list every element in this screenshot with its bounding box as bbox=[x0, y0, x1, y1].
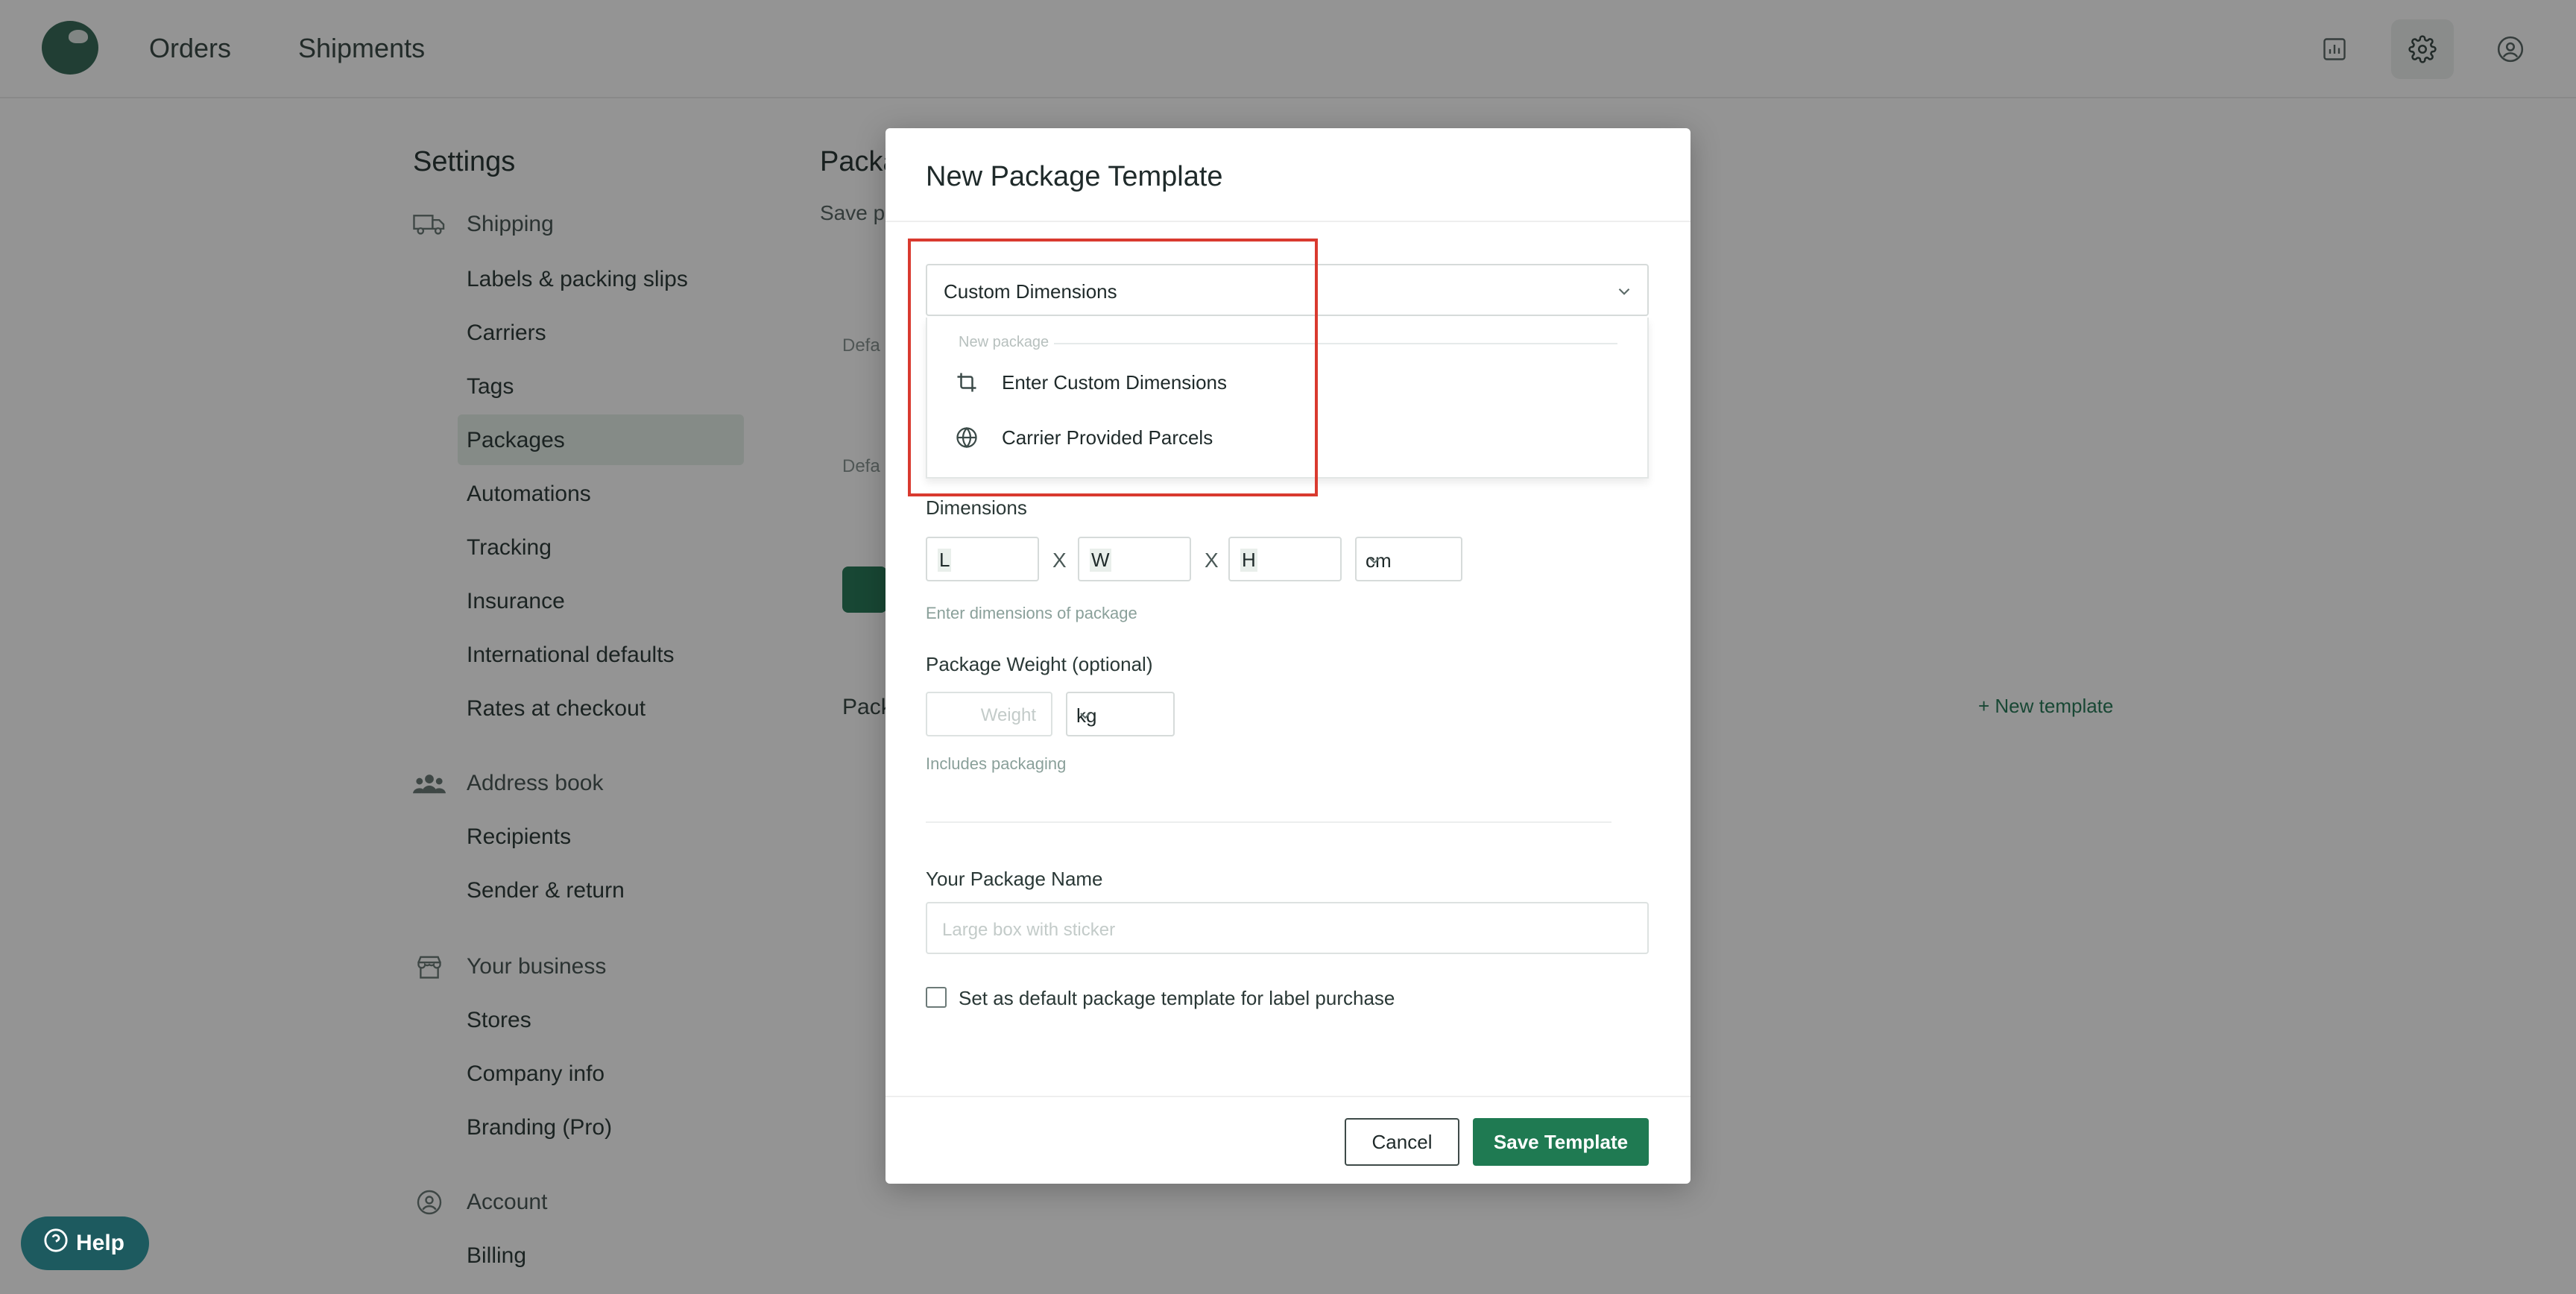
modal-title: New Package Template bbox=[926, 161, 1223, 192]
form-divider bbox=[926, 821, 1611, 823]
default-template-label[interactable]: Set as default package template for labe… bbox=[959, 987, 1395, 1010]
cancel-button[interactable]: Cancel bbox=[1345, 1118, 1459, 1166]
default-template-checkbox[interactable] bbox=[926, 987, 947, 1008]
length-placeholder: L bbox=[938, 549, 952, 572]
chevron-down-icon bbox=[1366, 552, 1383, 569]
dimensions-hint: Enter dimensions of package bbox=[926, 604, 1137, 622]
package-name-input[interactable]: Large box with sticker bbox=[926, 902, 1649, 954]
weight-placeholder: Weight bbox=[980, 705, 1036, 725]
dimensions-label: Dimensions bbox=[926, 496, 1027, 519]
weight-label: Package Weight (optional) bbox=[926, 653, 1153, 675]
new-package-template-modal: New Package Template Custom Dimensions N… bbox=[886, 128, 1690, 1184]
dimension-separator: X bbox=[1205, 549, 1219, 572]
width-input[interactable]: W bbox=[1078, 537, 1191, 581]
annotation-highlight-box bbox=[908, 239, 1318, 496]
package-name-placeholder: Large box with sticker bbox=[942, 920, 1116, 940]
help-icon bbox=[43, 1228, 69, 1259]
chevron-down-icon bbox=[1076, 707, 1094, 725]
help-label: Help bbox=[76, 1231, 125, 1255]
modal-header-divider bbox=[886, 221, 1690, 222]
help-button[interactable]: Help bbox=[21, 1216, 149, 1270]
width-placeholder: W bbox=[1090, 549, 1111, 572]
package-name-label: Your Package Name bbox=[926, 868, 1103, 890]
dimension-separator: X bbox=[1052, 549, 1067, 572]
height-input[interactable]: H bbox=[1228, 537, 1342, 581]
height-placeholder: H bbox=[1240, 549, 1257, 572]
dimension-unit-select[interactable]: cm bbox=[1355, 537, 1462, 581]
weight-input[interactable]: Weight bbox=[926, 692, 1052, 736]
weight-hint: Includes packaging bbox=[926, 754, 1067, 773]
save-template-button[interactable]: Save Template bbox=[1473, 1118, 1649, 1166]
length-input[interactable]: L bbox=[926, 537, 1039, 581]
modal-footer-divider bbox=[886, 1096, 1690, 1097]
chevron-down-icon bbox=[1614, 282, 1634, 301]
weight-unit-select[interactable]: kg bbox=[1066, 692, 1175, 736]
